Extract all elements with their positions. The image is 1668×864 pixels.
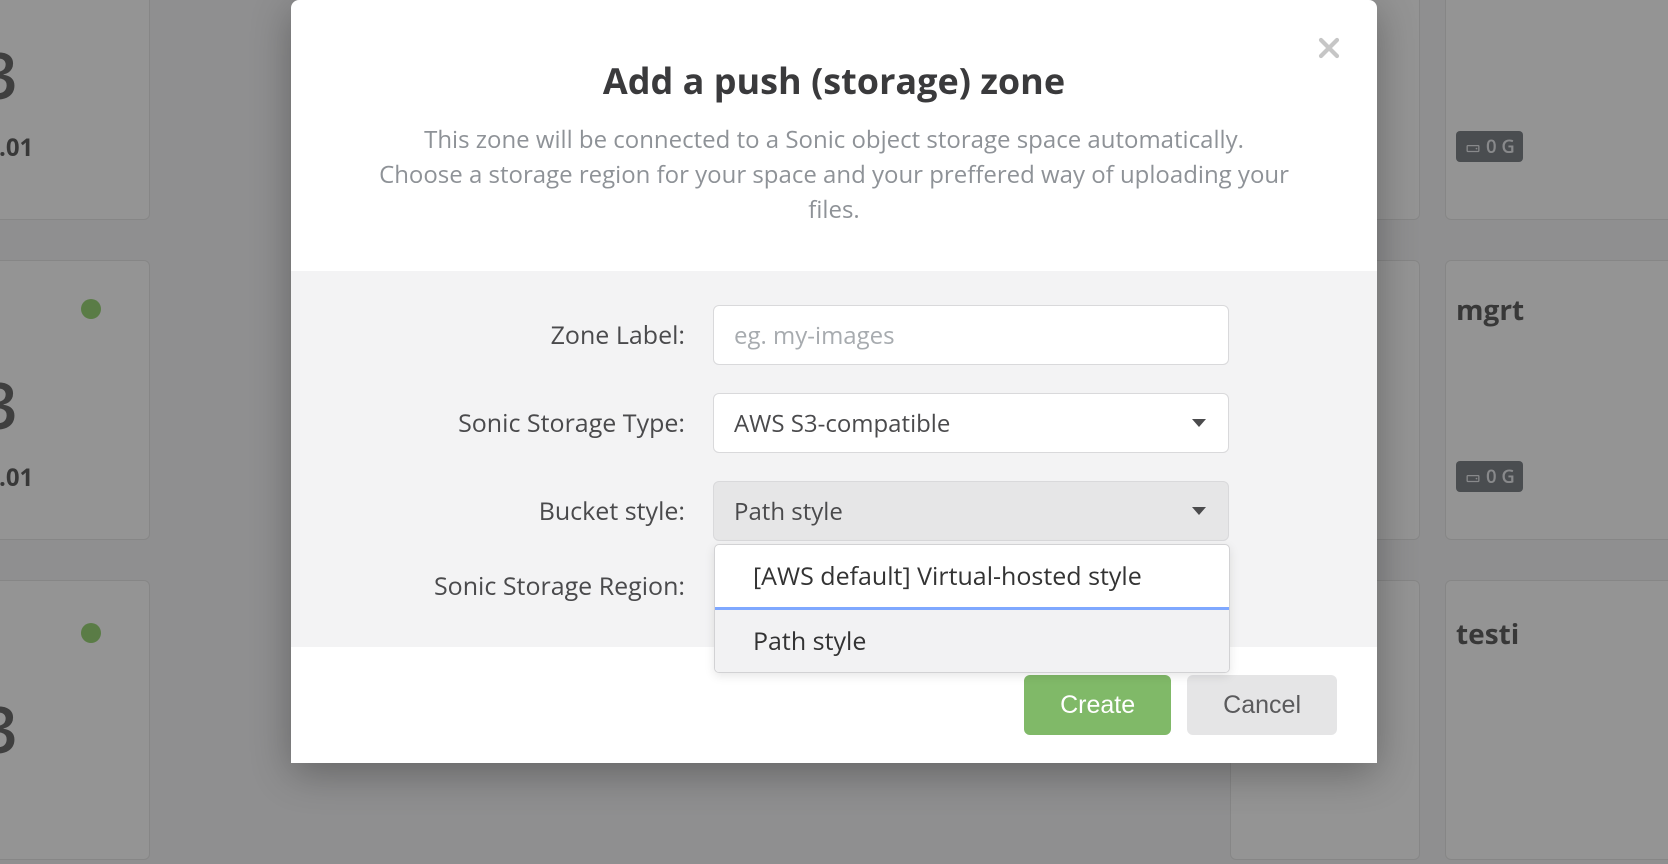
cancel-button[interactable]: Cancel [1187,675,1337,735]
modal-title: Add a push (storage) zone [361,56,1307,105]
storage-type-value: AWS S3-compatible [734,407,950,440]
modal-header: Add a push (storage) zone This zone will… [291,0,1377,271]
close-icon[interactable] [1315,34,1343,62]
bucket-style-row: Bucket style: Path style [AWS default] V… [351,481,1317,541]
storage-region-label: Sonic Storage Region: [351,569,713,603]
chevron-down-icon [1192,507,1206,515]
zone-label-label: Zone Label: [351,318,713,352]
zone-label-row: Zone Label: eg. my-images [351,305,1317,365]
bucket-style-dropdown: [AWS default] Virtual-hosted style Path … [714,544,1230,673]
storage-type-select[interactable]: AWS S3-compatible [713,393,1229,453]
bucket-style-option[interactable]: Path style [715,610,1229,672]
modal-overlay: Add a push (storage) zone This zone will… [0,0,1668,864]
zone-label-placeholder: eg. my-images [734,319,895,352]
close-icon [1317,36,1341,60]
bucket-style-option[interactable]: [AWS default] Virtual-hosted style [715,545,1229,610]
bucket-style-label: Bucket style: [351,494,713,528]
storage-type-label: Sonic Storage Type: [351,406,713,440]
storage-type-row: Sonic Storage Type: AWS S3-compatible [351,393,1317,453]
chevron-down-icon [1192,419,1206,427]
create-button[interactable]: Create [1024,675,1171,735]
modal-body: Zone Label: eg. my-images Sonic Storage … [291,271,1377,647]
zone-label-input[interactable]: eg. my-images [713,305,1229,365]
bucket-style-value: Path style [734,495,843,528]
bucket-style-select[interactable]: Path style [AWS default] Virtual-hosted … [713,481,1229,541]
add-push-zone-modal: Add a push (storage) zone This zone will… [291,0,1377,763]
modal-subtitle: This zone will be connected to a Sonic o… [361,123,1307,227]
